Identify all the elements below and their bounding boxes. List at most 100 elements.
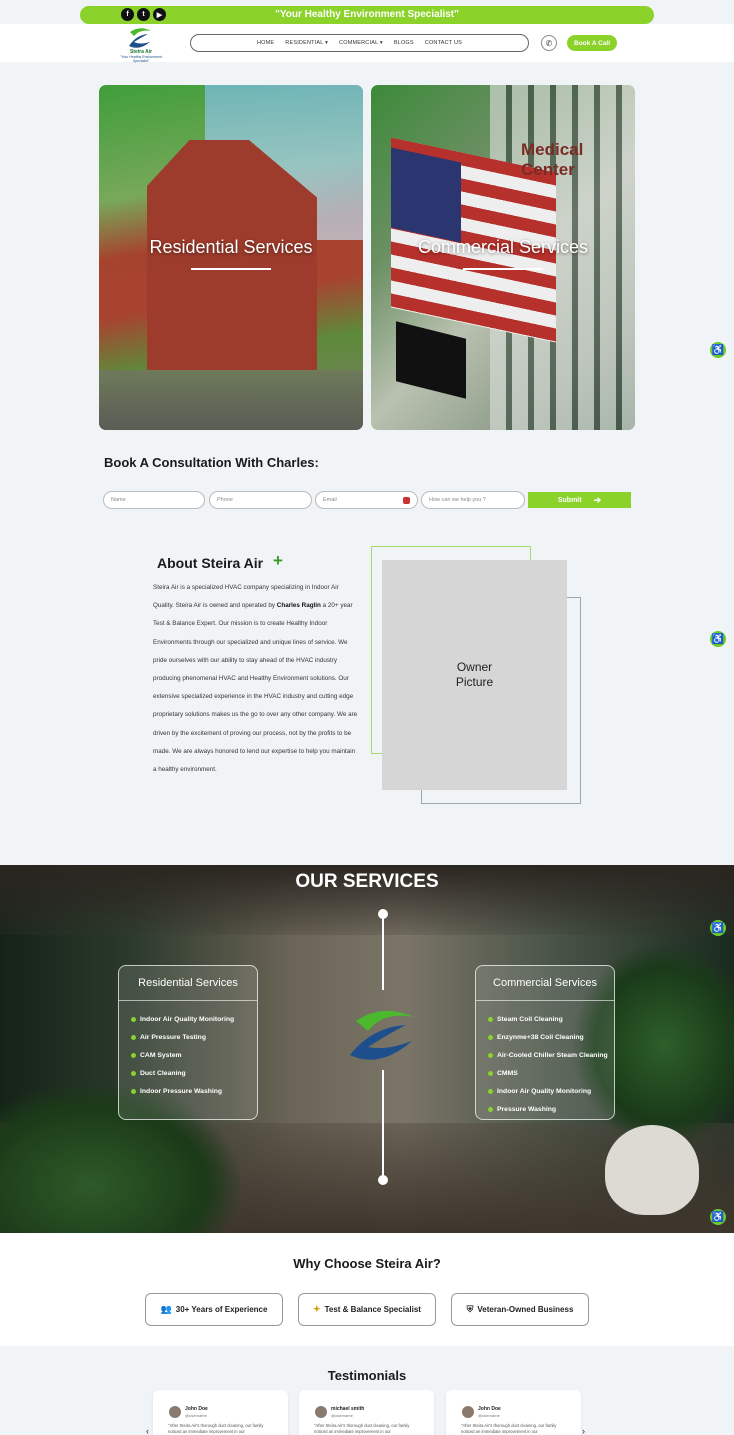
veteran-label: Veteran-Owned Business	[477, 1305, 574, 1314]
about-title: About Steira Air	[157, 555, 264, 571]
avatar	[169, 1406, 181, 1418]
residential-services-panel: Residential Services Indoor Air Quality …	[118, 965, 258, 1120]
plus-icon: +	[273, 551, 283, 570]
list-item[interactable]: Indoor Pressure Washing	[131, 1082, 257, 1100]
list-item[interactable]: Steam Coil Cleaning	[488, 1010, 614, 1028]
list-item[interactable]: Air-Cooled Chiller Steam Cleaning	[488, 1046, 614, 1064]
reviewer-handle: @username	[478, 1413, 500, 1418]
timeline-line-top	[382, 915, 384, 990]
tagline: "Your Healthy Environment Specialist"	[275, 9, 459, 20]
list-item[interactable]: Pressure Washing	[488, 1100, 614, 1118]
why-choose-section: Why Choose Steira Air? 👥 30+ Years of Ex…	[0, 1233, 734, 1346]
veteran-badge: ⛨ Veteran-Owned Business	[451, 1293, 589, 1326]
phone-icon[interactable]: ✆	[541, 35, 557, 51]
experience-label: 30+ Years of Experience	[175, 1305, 268, 1314]
about-text: Steira Air is a specialized HVAC company…	[153, 579, 358, 779]
card-underline	[463, 268, 543, 270]
medical-center-sign: Medical Center	[521, 140, 584, 179]
top-announcement-bar: f t ▶ "Your Healthy Environment Speciali…	[80, 6, 654, 24]
list-item[interactable]: Duct Cleaning	[131, 1064, 257, 1082]
main-nav: HOME RESIDENTIAL ▾ COMMERCIAL ▾ BLOGS CO…	[190, 34, 529, 52]
help-field[interactable]: How can we help you ?	[421, 491, 525, 509]
list-item[interactable]: Indoor Air Quality Monitoring	[488, 1082, 614, 1100]
logo-tagline: "Your Healthy Environment Specialist"	[120, 55, 162, 63]
steira-logo-icon	[350, 1010, 414, 1060]
reviewer-name: John Doe	[185, 1406, 208, 1412]
testimonial-card: John Doe @username "After Steira Air's t…	[446, 1390, 581, 1435]
nav-residential-label: RESIDENTIAL	[285, 40, 324, 46]
timeline-line-bottom	[382, 1070, 384, 1180]
accessibility-icon[interactable]: ♿	[710, 631, 726, 647]
arrow-right-icon: ➔	[593, 494, 602, 505]
testimonial-card: michael smith @username "After Steira Ai…	[299, 1390, 434, 1435]
pow-flag-image	[396, 321, 466, 399]
why-title: Why Choose Steira Air?	[293, 1256, 441, 1271]
list-item[interactable]: Air Pressure Testing	[131, 1028, 257, 1046]
residential-services-card[interactable]: Residential Services	[99, 85, 363, 430]
nav-contact-us[interactable]: CONTACT US	[425, 40, 462, 46]
reviewer-handle: @username	[185, 1413, 207, 1418]
owner-picture-placeholder: Owner Picture	[382, 560, 567, 790]
review-quote: "After Steira Air's thorough duct cleani…	[314, 1423, 410, 1434]
services-title: OUR SERVICES	[295, 871, 439, 892]
testimonial-card: John Doe @username "After Steira Air's t…	[153, 1390, 288, 1435]
residential-panel-title: Residential Services	[119, 966, 257, 1001]
nav-home[interactable]: HOME	[257, 40, 274, 46]
card-underline	[191, 268, 271, 270]
accessibility-icon[interactable]: ♿	[710, 342, 726, 358]
commercial-services-panel: Commercial Services Steam Coil Cleaning …	[475, 965, 615, 1120]
phone-field[interactable]: Phone	[209, 491, 312, 509]
email-placeholder: Email	[323, 497, 337, 503]
carousel-prev-arrow[interactable]: ‹	[146, 1426, 149, 1435]
experience-badge: 👥 30+ Years of Experience	[145, 1293, 283, 1326]
nav-residential[interactable]: RESIDENTIAL ▾	[285, 40, 328, 46]
commercial-services-list: Steam Coil Cleaning Enzynme+38 Coil Clea…	[476, 1001, 614, 1118]
list-item[interactable]: Enzynme+38 Coil Cleaning	[488, 1028, 614, 1046]
reviewer-handle: @username	[331, 1413, 353, 1418]
submit-button[interactable]: Submit ➔	[528, 492, 631, 508]
logo-swoosh-icon	[129, 28, 151, 48]
list-item[interactable]: CMMS	[488, 1064, 614, 1082]
chevron-down-icon: ▾	[379, 40, 383, 46]
specialist-badge: ✦ Test & Balance Specialist	[298, 1293, 436, 1326]
commercial-services-card[interactable]: Medical Center Commercial Services	[371, 85, 635, 430]
specialist-label: Test & Balance Specialist	[324, 1305, 421, 1314]
residential-card-title: Residential Services	[149, 237, 313, 257]
flag-canton	[391, 147, 461, 243]
commercial-card-title: Commercial Services	[417, 237, 589, 257]
site-header: Steira Air "Your Healthy Environment Spe…	[0, 24, 734, 63]
site-logo[interactable]: Steira Air "Your Healthy Environment Spe…	[112, 27, 170, 63]
testimonials-title: Testimonials	[327, 1368, 407, 1383]
our-services-section: OUR SERVICES Residential Services Indoor…	[0, 865, 734, 1233]
avatar	[462, 1406, 474, 1418]
review-quote: "After Steira Air's thorough duct cleani…	[168, 1423, 264, 1434]
road-image	[99, 370, 363, 430]
owner-name: Charles Raglin	[276, 602, 321, 610]
veteran-icon: ⛨	[466, 1304, 474, 1314]
consultation-title: Book A Consultation With Charles:	[104, 455, 319, 470]
nav-commercial[interactable]: COMMERCIAL ▾	[339, 40, 383, 46]
name-field[interactable]: Name	[103, 491, 205, 509]
submit-label: Submit	[557, 496, 582, 504]
accessibility-icon[interactable]: ♿	[710, 1209, 726, 1225]
review-quote: "After Steira Air's thorough duct cleani…	[461, 1423, 557, 1434]
nav-blogs[interactable]: BLOGS	[394, 40, 414, 46]
list-item[interactable]: CAM System	[131, 1046, 257, 1064]
commercial-panel-title: Commercial Services	[476, 966, 614, 1001]
book-a-call-button[interactable]: Book A Call	[567, 35, 617, 51]
avatar	[315, 1406, 327, 1418]
timeline-dot-top	[378, 909, 388, 919]
chevron-down-icon: ▾	[325, 40, 329, 46]
team-icon: 👥	[160, 1304, 172, 1314]
accessibility-icon[interactable]: ♿	[710, 920, 726, 936]
planter-pot-bg	[605, 1125, 699, 1215]
sparkle-icon: ✦	[313, 1304, 321, 1314]
autofill-icon[interactable]	[403, 496, 410, 504]
list-item[interactable]: Indoor Air Quality Monitoring	[131, 1010, 257, 1028]
carousel-next-arrow[interactable]: ›	[582, 1426, 585, 1435]
residential-services-list: Indoor Air Quality Monitoring Air Pressu…	[119, 1001, 257, 1100]
timeline-dot-bottom	[378, 1175, 388, 1185]
about-text-2: a 20+ year Test & Balance Expert. Our mi…	[153, 602, 358, 774]
email-field[interactable]: Email	[315, 491, 418, 509]
nav-commercial-label: COMMERCIAL	[339, 40, 379, 46]
